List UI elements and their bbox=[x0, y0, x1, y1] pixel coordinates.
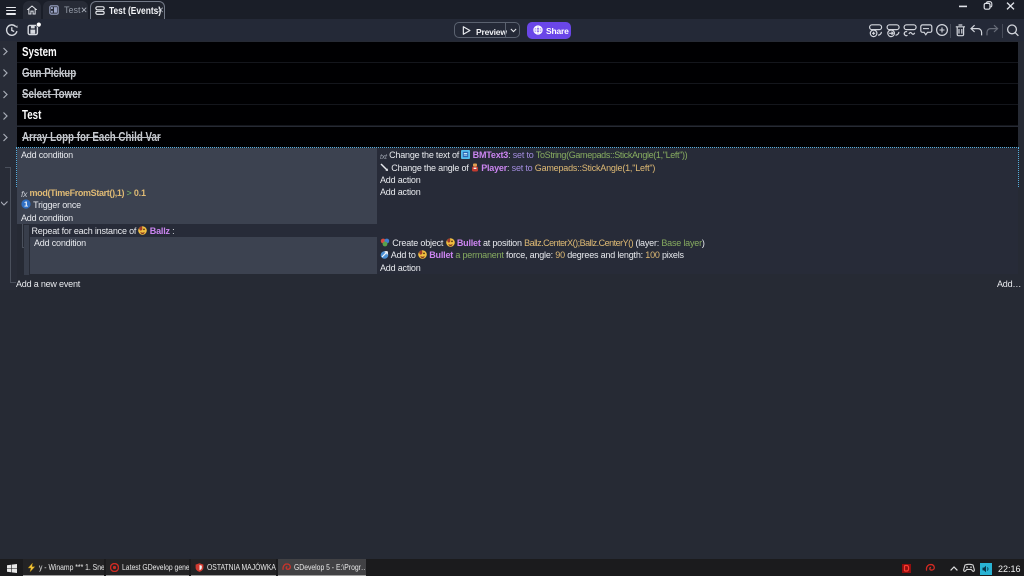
svg-text:1: 1 bbox=[24, 200, 28, 209]
